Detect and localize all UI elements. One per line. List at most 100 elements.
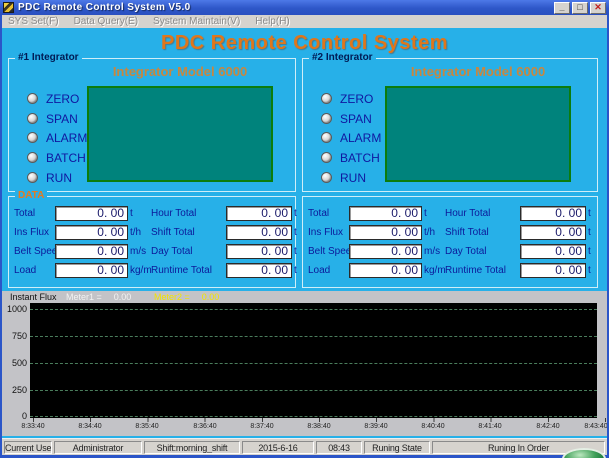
intg1-radio-zero[interactable]: ZERO	[27, 92, 79, 105]
intg2-radio-batch[interactable]: BATCH	[321, 151, 380, 164]
minimize-button[interactable]: _	[554, 2, 570, 14]
gridline	[30, 390, 597, 391]
ins-flux-unit: t/h	[129, 227, 150, 238]
ins-flux-label: Ins Flux	[308, 227, 348, 238]
x-tick-label: 8:34:40	[78, 423, 101, 430]
y-tick-label: 500	[2, 358, 27, 368]
shift-total-field-2[interactable]: 0. 00	[520, 225, 586, 240]
status-user-value: Administrator	[54, 441, 142, 454]
menu-system-maintain[interactable]: System Maintain(V)	[153, 16, 240, 27]
data-group-1-label: DATA	[15, 190, 47, 201]
intg1-radio-alarm[interactable]: ALARM	[27, 131, 87, 144]
intg2-radio-zero[interactable]: ZERO	[321, 92, 373, 105]
integrator-1-model-title: Integrator Model 6000	[87, 64, 273, 79]
load-field[interactable]: 0. 00	[55, 263, 128, 278]
ins-flux-label: Ins Flux	[14, 227, 54, 238]
chart-panel: Instant Flux Meter1 =0.00 Meter2 =0.00 1…	[2, 291, 607, 436]
radio-label: SPAN	[340, 112, 372, 126]
menu-sys-set[interactable]: SYS Set(F)	[8, 16, 59, 27]
intg2-radio-alarm[interactable]: ALARM	[321, 131, 381, 144]
radio-label: ALARM	[46, 131, 87, 145]
load-unit: kg/m	[423, 265, 444, 276]
intg1-radio-span[interactable]: SPAN	[27, 112, 78, 125]
belt-speed-unit: m/s	[423, 246, 444, 257]
ins-flux-field[interactable]: 0. 00	[55, 225, 128, 240]
menu-data-query[interactable]: Data Query(E)	[74, 16, 138, 27]
status-shift: Shift:morning_shift	[144, 441, 240, 454]
hour-total-field-2[interactable]: 0. 00	[520, 206, 586, 221]
day-total-label: Day Total	[445, 246, 519, 257]
maximize-button[interactable]: □	[572, 2, 588, 14]
total-label: Total	[308, 208, 348, 219]
integrator-1-group-label: #1 Integrator	[15, 52, 82, 63]
x-tick-label: 8:39:40	[364, 423, 387, 430]
radio-icon	[27, 93, 38, 104]
menu-help[interactable]: Help(H)	[255, 16, 289, 27]
x-tick-label: 8:36:40	[193, 423, 216, 430]
load-field-2[interactable]: 0. 00	[349, 263, 422, 278]
shift-total-unit: t	[587, 227, 594, 238]
close-button[interactable]: ✕	[590, 2, 606, 14]
x-tick-label: 8:41:40	[478, 423, 501, 430]
gridline	[30, 336, 597, 337]
integrator-2-group-label: #2 Integrator	[309, 52, 376, 63]
total-unit: t	[423, 208, 444, 219]
x-tick-label: 8:40:40	[421, 423, 444, 430]
day-total-field[interactable]: 0. 00	[226, 244, 292, 259]
page-title: PDC Remote Control System	[2, 32, 607, 55]
window-title: PDC Remote Control System V5.0	[18, 2, 554, 13]
radio-icon	[321, 113, 332, 124]
integrator-1-display-panel	[87, 86, 273, 182]
y-tick-label: 0	[2, 411, 27, 421]
runtime-total-label: Runtime Total	[151, 265, 225, 276]
belt-speed-unit: m/s	[129, 246, 150, 257]
data-group-2: Total 0. 00 t Hour Total 0. 00 t Ins Flu…	[302, 196, 598, 288]
window-controls: _ □ ✕	[554, 2, 606, 14]
radio-label: ALARM	[340, 131, 381, 145]
x-axis-ticks	[33, 418, 606, 422]
intg2-radio-run[interactable]: RUN	[321, 171, 366, 184]
intg1-radio-batch[interactable]: BATCH	[27, 151, 86, 164]
radio-label: ZERO	[340, 92, 373, 106]
shift-total-label: Shift Total	[151, 227, 225, 238]
total-field-2[interactable]: 0. 00	[349, 206, 422, 221]
belt-speed-field-2[interactable]: 0. 00	[349, 244, 422, 259]
hour-total-unit: t	[293, 208, 300, 219]
x-tick-label: 8:35:40	[135, 423, 158, 430]
x-tick-label: 8:33:40	[21, 423, 44, 430]
belt-speed-label: Belt Speed	[14, 246, 54, 257]
radio-label: BATCH	[340, 151, 380, 165]
radio-label: RUN	[46, 171, 72, 185]
day-total-field-2[interactable]: 0. 00	[520, 244, 586, 259]
total-field[interactable]: 0. 00	[55, 206, 128, 221]
data-field-grid: Total 0. 00 t Hour Total 0. 00 t Ins Flu…	[308, 206, 594, 278]
radio-icon	[321, 132, 332, 143]
status-running-state-label: Runing State	[364, 441, 430, 454]
hour-total-field[interactable]: 0. 00	[226, 206, 292, 221]
ins-flux-unit: t/h	[423, 227, 444, 238]
radio-label: SPAN	[46, 112, 78, 126]
runtime-total-field-2[interactable]: 0. 00	[520, 263, 586, 278]
runtime-total-label: Runtime Total	[445, 265, 519, 276]
belt-speed-field[interactable]: 0. 00	[55, 244, 128, 259]
meter2-value: 0.00	[202, 292, 220, 302]
y-tick-label: 1000	[2, 304, 27, 314]
x-tick-label: 8:42:40	[536, 423, 559, 430]
y-tick-label: 750	[2, 331, 27, 341]
app-icon	[3, 2, 14, 13]
intg2-radio-span[interactable]: SPAN	[321, 112, 372, 125]
status-time: 08:43	[316, 441, 362, 454]
radio-icon	[27, 113, 38, 124]
intg1-radio-run[interactable]: RUN	[27, 171, 72, 184]
ins-flux-field-2[interactable]: 0. 00	[349, 225, 422, 240]
runtime-total-field[interactable]: 0. 00	[226, 263, 292, 278]
radio-icon	[27, 132, 38, 143]
data-group-1: DATA Total 0. 00 t Hour Total 0. 00 t In…	[8, 196, 296, 288]
title-bar: PDC Remote Control System V5.0 _ □ ✕	[0, 0, 609, 15]
meter1-value: 0.00	[114, 292, 132, 302]
shift-total-unit: t	[293, 227, 300, 238]
menu-bar: SYS Set(F) Data Query(E) System Maintain…	[2, 15, 607, 28]
status-bar: Current User Administrator Shift:morning…	[2, 438, 607, 455]
day-total-label: Day Total	[151, 246, 225, 257]
shift-total-field[interactable]: 0. 00	[226, 225, 292, 240]
